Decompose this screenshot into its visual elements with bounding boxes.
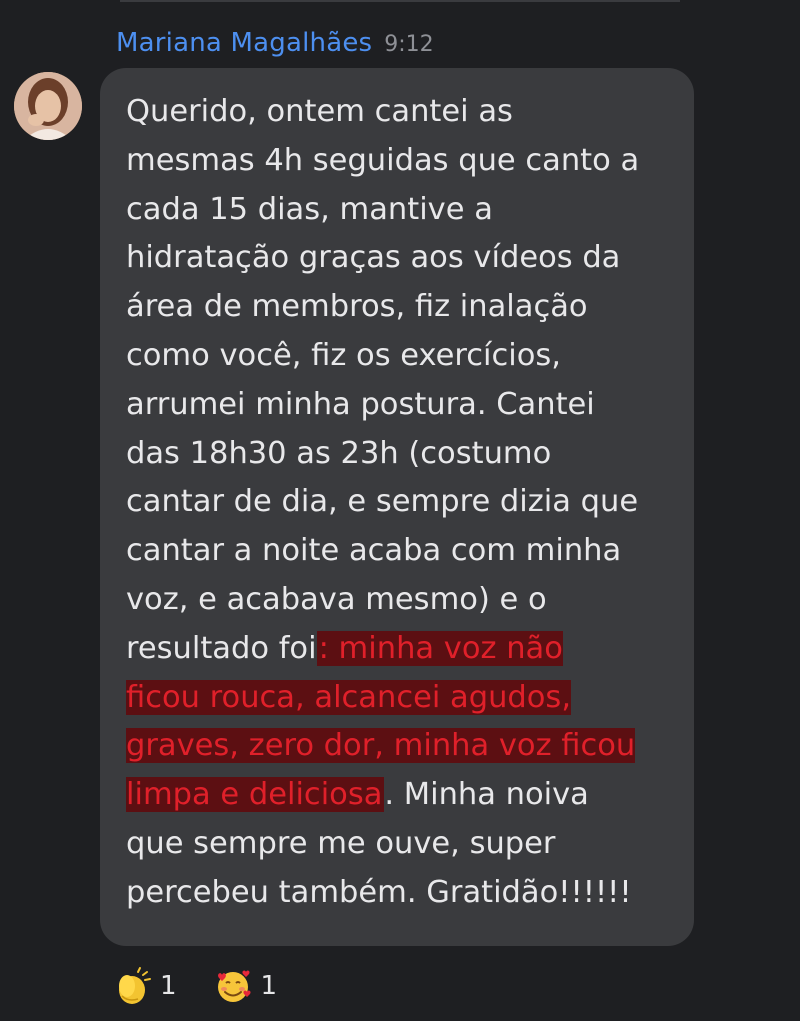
divider — [120, 0, 680, 2]
reaction-love[interactable]: 1 — [213, 966, 278, 1006]
author-name[interactable]: Mariana Magalhães — [116, 28, 372, 58]
avatar[interactable] — [14, 72, 82, 140]
reaction-count: 1 — [160, 971, 177, 1001]
message-text-start: Querido, ontem cantei as mesmas 4h segui… — [126, 94, 640, 666]
reaction-clap[interactable]: 1 — [112, 966, 177, 1006]
reactions-bar: 1 1 — [112, 966, 277, 1006]
clapping-hands-icon — [119, 967, 151, 1004]
message-time: 9:12 — [384, 32, 434, 57]
smiling-face-with-hearts-icon — [217, 970, 251, 1002]
message-header: Mariana Magalhães 9:12 — [116, 28, 434, 64]
reaction-count: 1 — [260, 971, 278, 1001]
avatar-image — [14, 72, 82, 140]
message-text: Querido, ontem cantei as mesmas 4h segui… — [126, 88, 686, 918]
